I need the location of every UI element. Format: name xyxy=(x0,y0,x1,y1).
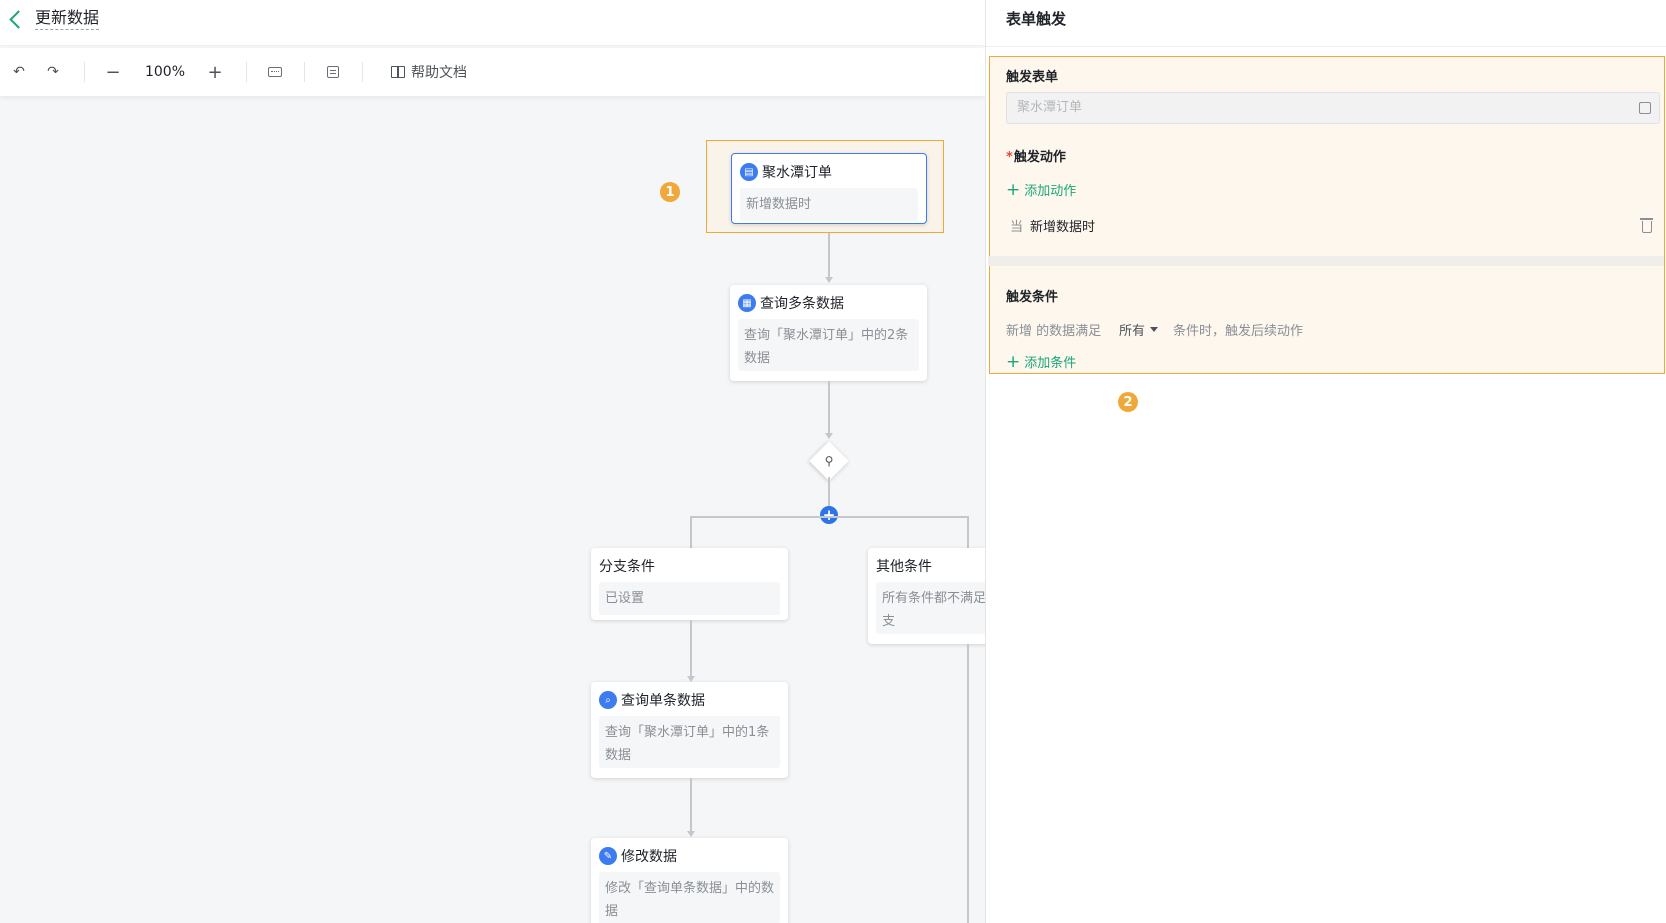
book-icon xyxy=(391,66,405,78)
back-arrow-icon[interactable] xyxy=(6,9,26,29)
chevron-down-icon xyxy=(1150,327,1159,332)
help-docs-button[interactable]: 帮助文档 xyxy=(384,62,474,82)
table-icon: ▦ xyxy=(738,294,756,312)
connector xyxy=(690,778,692,831)
query-multi-desc: 查询「聚水潭订单」中的2条数据 xyxy=(738,319,919,371)
query-single-title: 查询单条数据 xyxy=(621,693,705,709)
branch-a-title: 分支条件 xyxy=(599,559,655,575)
branch-condition-node[interactable]: 分支条件 已设置 xyxy=(591,548,788,620)
trigger-form-select[interactable]: 聚水潭订单 xyxy=(1006,92,1660,124)
panel-title: 表单触发 xyxy=(1006,10,1067,28)
search-icon: ⌕ xyxy=(599,691,617,709)
connector xyxy=(967,516,969,548)
section-separator xyxy=(988,256,1664,266)
query-multi-title: 查询多条数据 xyxy=(760,296,844,312)
trigger-node-title: 聚水潭订单 xyxy=(762,165,832,181)
step-badge-2: 2 xyxy=(1118,392,1138,412)
toolbar: ↶ ↷ − 100% + 帮助文档 xyxy=(0,48,985,96)
branch-a-desc: 已设置 xyxy=(599,582,780,615)
panel-divider xyxy=(986,46,1666,47)
step-badge-1: 1 xyxy=(660,182,680,202)
arrow-head xyxy=(825,277,833,283)
trigger-form-value: 聚水潭订单 xyxy=(1017,100,1083,115)
plus-icon: + xyxy=(1006,179,1021,200)
trigger-action-label: *触发动作 xyxy=(1006,150,1066,165)
zoom-level: 100% xyxy=(144,64,186,80)
trigger-node[interactable]: ▤ 聚水潭订单 新增数据时 xyxy=(731,153,927,224)
connector xyxy=(828,381,830,433)
toolbar-divider xyxy=(84,62,85,82)
toolbar-divider xyxy=(362,62,363,82)
form-picker-icon[interactable] xyxy=(1639,102,1651,114)
update-desc: 修改「查询单条数据」中的数据 xyxy=(599,872,780,923)
flow-editor: 更新数据 ↶ ↷ − 100% + 帮助文档 1 ▤ 聚水潭订单 新增数据时 ▦ 查… xyxy=(0,0,985,923)
comment-icon[interactable] xyxy=(324,62,342,82)
connector xyxy=(690,516,692,548)
action-value: 新增数据时 xyxy=(1030,220,1096,235)
other-condition-node[interactable]: 其他条件 所有条件都不满足时进入本分支 xyxy=(868,548,985,644)
zoom-in-icon[interactable]: + xyxy=(206,62,224,83)
branch-b-desc: 所有条件都不满足时进入本分支 xyxy=(876,582,985,634)
toolbar-divider xyxy=(246,62,247,82)
condition-prefix: 新增 的数据满足 xyxy=(1006,324,1102,339)
add-branch-button[interactable]: + xyxy=(820,506,838,524)
add-action-button[interactable]: + 添加动作 xyxy=(1006,180,1076,199)
trigger-node-desc: 新增数据时 xyxy=(740,188,918,221)
query-single-desc: 查询「聚水潭订单」中的1条数据 xyxy=(599,716,780,768)
delete-icon[interactable] xyxy=(1640,218,1653,233)
page-title[interactable]: 更新数据 xyxy=(35,7,100,30)
help-docs-label: 帮助文档 xyxy=(411,65,467,81)
trigger-form-label: 触发表单 xyxy=(1006,70,1059,85)
condition-match-select[interactable]: 所有 xyxy=(1119,320,1159,339)
update-title: 修改数据 xyxy=(621,849,677,865)
query-single-node[interactable]: ⌕ 查询单条数据 查询「聚水潭订单」中的1条数据 xyxy=(591,682,788,778)
condition-suffix: 条件时，触发后续动作 xyxy=(1173,324,1304,339)
config-panel: 表单触发 触发表单 聚水潭订单 *触发动作 + 添加动作 当 新增数据时 触发条件… xyxy=(985,0,1666,923)
connector xyxy=(828,233,830,277)
connector xyxy=(690,620,692,676)
add-condition-button[interactable]: + 添加条件 xyxy=(1006,352,1076,371)
connector xyxy=(828,477,830,507)
keyboard-icon[interactable] xyxy=(266,62,284,82)
branch-line xyxy=(690,516,968,518)
query-multi-node[interactable]: ▦ 查询多条数据 查询「聚水潭订单」中的2条数据 xyxy=(730,285,927,381)
connector xyxy=(967,644,969,923)
form-icon: ▤ xyxy=(740,163,758,181)
when-label: 当 xyxy=(1010,220,1024,235)
arrow-head xyxy=(825,433,833,439)
trigger-condition-label: 触发条件 xyxy=(1006,290,1059,305)
branch-b-title: 其他条件 xyxy=(876,559,932,575)
update-data-node[interactable]: ✎ 修改数据 修改「查询单条数据」中的数据 xyxy=(591,838,788,923)
arrow-head xyxy=(687,831,695,837)
branch-icon: ⚲ xyxy=(824,454,834,468)
toolbar-divider xyxy=(304,62,305,82)
top-bar: 更新数据 xyxy=(0,0,985,46)
zoom-out-icon[interactable]: − xyxy=(104,62,122,83)
redo-icon[interactable]: ↷ xyxy=(44,62,62,82)
plus-icon: + xyxy=(1006,351,1021,372)
undo-icon[interactable]: ↶ xyxy=(10,62,28,82)
edit-icon: ✎ xyxy=(599,847,617,865)
